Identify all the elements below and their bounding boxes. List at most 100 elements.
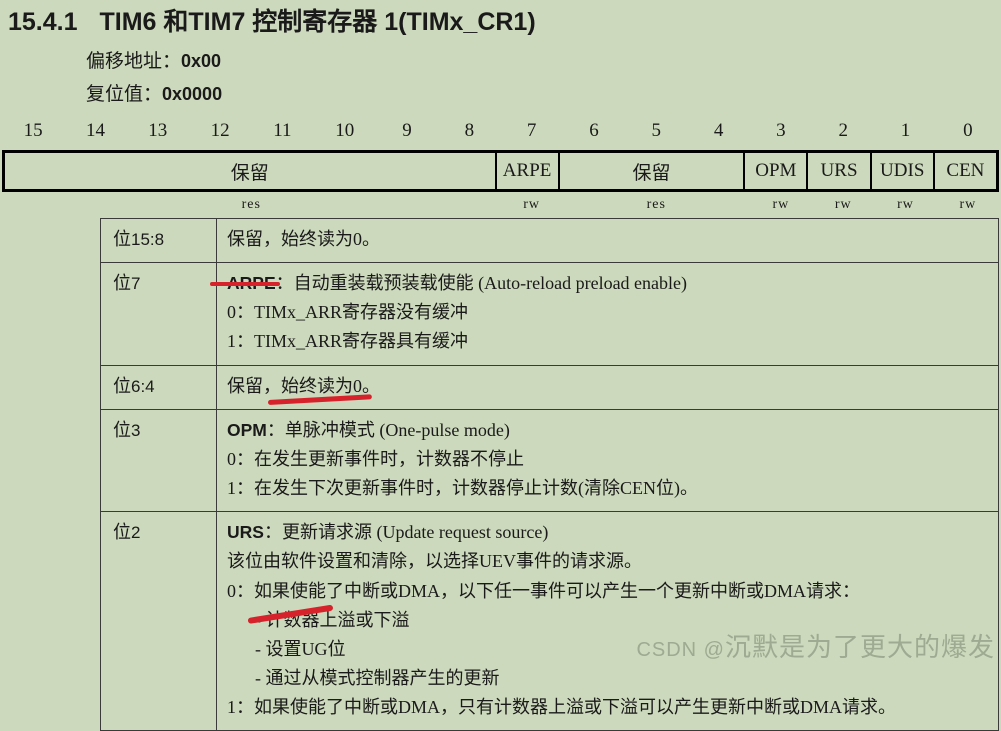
bit-description-cell: 保留，始终读为0。 bbox=[216, 364, 999, 410]
bit-number-1: 1 bbox=[900, 120, 911, 141]
description-line: OPM：单脉冲模式 (One-pulse mode) bbox=[227, 416, 988, 445]
description-text: 0：在发生更新事件时，计数器不停止 bbox=[227, 448, 524, 469]
bit-description-cell: OPM：单脉冲模式 (One-pulse mode) 0：在发生更新事件时，计数器… bbox=[216, 408, 999, 513]
register-field-cen: CEN bbox=[934, 153, 996, 189]
bit-number-8: 8 bbox=[464, 120, 475, 141]
bit-range-cell: 位15:8 bbox=[100, 217, 217, 264]
description-text: ：更新请求源 (Update request source) bbox=[263, 522, 549, 543]
description-text: - 通过从模式控制器产生的更新 bbox=[255, 668, 500, 689]
table-row: 位6:4 保留，始终读为0。 bbox=[100, 364, 999, 410]
bit-number-7: 7 bbox=[526, 120, 537, 141]
field-name-label: ARPE bbox=[227, 273, 276, 294]
bit-description-table: 位15:8 保留，始终读为0。 位7 ARPE：自动重装载预装载使能 (Auto-re… bbox=[100, 217, 999, 731]
description-text: 1：TIMx_ARR寄存器具有缓冲 bbox=[227, 331, 469, 352]
description-text: 1：如果使能了中断或DMA，只有计数器上溢或下溢可以产生更新中断或DMA请求。 bbox=[227, 697, 897, 718]
bit-number-5: 5 bbox=[651, 120, 662, 141]
page-title-text: TIM6 和TIM7 控制寄存器 1(TIMx_CR1) bbox=[99, 8, 536, 36]
bit-number-0: 0 bbox=[963, 120, 973, 141]
bit-label-prefix: 位 bbox=[113, 522, 131, 543]
bit-label-prefix: 位 bbox=[113, 273, 131, 294]
register-access-rw-4: rw bbox=[834, 197, 852, 212]
description-text: 保留，始终读为0。 bbox=[227, 375, 380, 396]
description-text: 0：TIMx_ARR寄存器没有缓冲 bbox=[227, 302, 469, 323]
bit-number-2: 2 bbox=[838, 120, 848, 141]
bit-range-cell: 位7 bbox=[100, 262, 217, 366]
bit-label-range: 15:8 bbox=[131, 230, 165, 249]
register-access-row: res rw res rw rw rw rw bbox=[2, 194, 999, 216]
register-field-table: 保留 ARPE 保留 OPM URS UDIS CEN bbox=[2, 150, 999, 192]
description-text: 1：在发生下次更新事件时，计数器停止计数(清除CEN位)。 bbox=[227, 478, 698, 499]
reset-value-label: 复位值： bbox=[86, 84, 163, 105]
register-field-arpe: ARPE bbox=[496, 153, 560, 189]
bit-label-range: 3 bbox=[131, 420, 141, 440]
description-line: URS：更新请求源 (Update request source) bbox=[227, 518, 988, 547]
description-line: 1：如果使能了中断或DMA，只有计数器上溢或下溢可以产生更新中断或DMA请求。 bbox=[227, 693, 988, 722]
bit-description-cell: ARPE：自动重装载预装载使能 (Auto-reload preload ena… bbox=[216, 262, 999, 366]
description-text: ：自动重装载预装载使能 (Auto-reload preload enable) bbox=[275, 273, 688, 294]
description-text: 0：如果使能了中断或DMA，以下任一事件可以产生一个更新中断或DMA请求： bbox=[227, 580, 861, 601]
description-line: - 设置UG位 bbox=[227, 635, 988, 664]
offset-address-value: 0x00 bbox=[181, 51, 222, 71]
reset-value-line: 复位值：0x0000 bbox=[86, 79, 222, 106]
bit-label-range: 7 bbox=[131, 274, 141, 294]
offset-address-line: 偏移地址：0x00 bbox=[86, 46, 221, 73]
description-text: - 计数器上溢或下溢 bbox=[255, 609, 410, 630]
bit-number-4: 4 bbox=[713, 120, 724, 141]
bit-number-14: 14 bbox=[85, 120, 105, 141]
register-access-rw-3: rw bbox=[772, 197, 790, 212]
bit-label-prefix: 位 bbox=[113, 375, 131, 396]
register-access-rw-5: rw bbox=[897, 197, 914, 212]
description-line: 该位由软件设置和清除，以选择UEV事件的请求源。 bbox=[227, 547, 988, 576]
description-line: 0：在发生更新事件时，计数器不停止 bbox=[227, 445, 988, 474]
description-line: 1：TIMx_ARR寄存器具有缓冲 bbox=[227, 327, 988, 356]
bit-description-cell: URS：更新请求源 (Update request source) 该位由软件设置… bbox=[216, 511, 999, 731]
bit-number-12: 12 bbox=[210, 120, 230, 141]
register-field-reserved-0: 保留 bbox=[5, 153, 497, 189]
reset-value-value: 0x0000 bbox=[162, 84, 223, 104]
register-field-reserved-2: 保留 bbox=[559, 153, 746, 189]
table-row: 位3 OPM：单脉冲模式 (One-pulse mode) 0：在发生更新事件时，计… bbox=[100, 408, 999, 513]
description-text: ：单脉冲模式 (One-pulse mode) bbox=[266, 419, 510, 440]
bit-label-prefix: 位 bbox=[113, 419, 131, 440]
bit-number-11: 11 bbox=[273, 120, 292, 141]
register-field-udis: UDIS bbox=[871, 153, 935, 189]
table-row: 位2 URS：更新请求源 (Update request source) 该位由软件… bbox=[100, 511, 999, 731]
bit-number-3: 3 bbox=[776, 120, 786, 141]
bit-number-row: 15 14 13 12 11 10 9 8 7 6 5 4 3 2 1 0 bbox=[2, 118, 999, 144]
bit-label-range: 2 bbox=[131, 523, 141, 543]
bit-range-cell: 位6:4 bbox=[100, 364, 217, 410]
page-title: 15.4.1 TIM6 和TIM7 控制寄存器 1(TIMx_CR1) bbox=[8, 2, 536, 38]
description-line: 0：TIMx_ARR寄存器没有缓冲 bbox=[227, 298, 988, 327]
bit-number-9: 9 bbox=[402, 120, 412, 141]
description-line: - 计数器上溢或下溢 bbox=[227, 606, 988, 635]
bit-description-cell: 保留，始终读为0。 bbox=[216, 217, 999, 264]
field-name-label: OPM bbox=[227, 419, 267, 440]
description-text: 该位由软件设置和清除，以选择UEV事件的请求源。 bbox=[227, 551, 642, 572]
table-row: 位7 ARPE：自动重装载预装载使能 (Auto-reload preload e… bbox=[100, 262, 999, 366]
register-access-res-2: res bbox=[646, 197, 666, 212]
bit-number-15: 15 bbox=[23, 120, 43, 141]
bit-range-cell: 位3 bbox=[100, 408, 217, 513]
register-field-opm: OPM bbox=[745, 153, 809, 189]
description-line: - 通过从模式控制器产生的更新 bbox=[227, 664, 988, 693]
bit-label-range: 6:4 bbox=[131, 376, 155, 396]
bit-number-10: 10 bbox=[335, 120, 355, 141]
table-row: 位15:8 保留，始终读为0。 bbox=[100, 217, 999, 264]
bit-number-13: 13 bbox=[148, 120, 168, 141]
description-line: 保留，始终读为0。 bbox=[227, 372, 988, 401]
description-text: - 设置UG位 bbox=[255, 638, 346, 659]
bit-number-6: 6 bbox=[589, 120, 599, 141]
section-number: 15.4.1 bbox=[8, 8, 78, 36]
description-line: 0：如果使能了中断或DMA，以下任一事件可以产生一个更新中断或DMA请求： bbox=[227, 577, 988, 606]
register-access-rw-6: rw bbox=[959, 197, 977, 212]
description-line: ARPE：自动重装载预装载使能 (Auto-reload preload ena… bbox=[227, 269, 988, 298]
register-field-urs: URS bbox=[808, 153, 872, 189]
description-line: 保留，始终读为0。 bbox=[227, 225, 988, 254]
offset-address-label: 偏移地址： bbox=[86, 51, 182, 72]
bit-label-prefix: 位 bbox=[113, 229, 131, 249]
field-name-label: URS bbox=[227, 522, 264, 543]
register-access-res-0: res bbox=[241, 197, 261, 212]
bit-range-cell: 位2 bbox=[100, 511, 217, 731]
description-line: 1：在发生下次更新事件时，计数器停止计数(清除CEN位)。 bbox=[227, 474, 988, 503]
register-access-rw-1: rw bbox=[523, 197, 541, 212]
